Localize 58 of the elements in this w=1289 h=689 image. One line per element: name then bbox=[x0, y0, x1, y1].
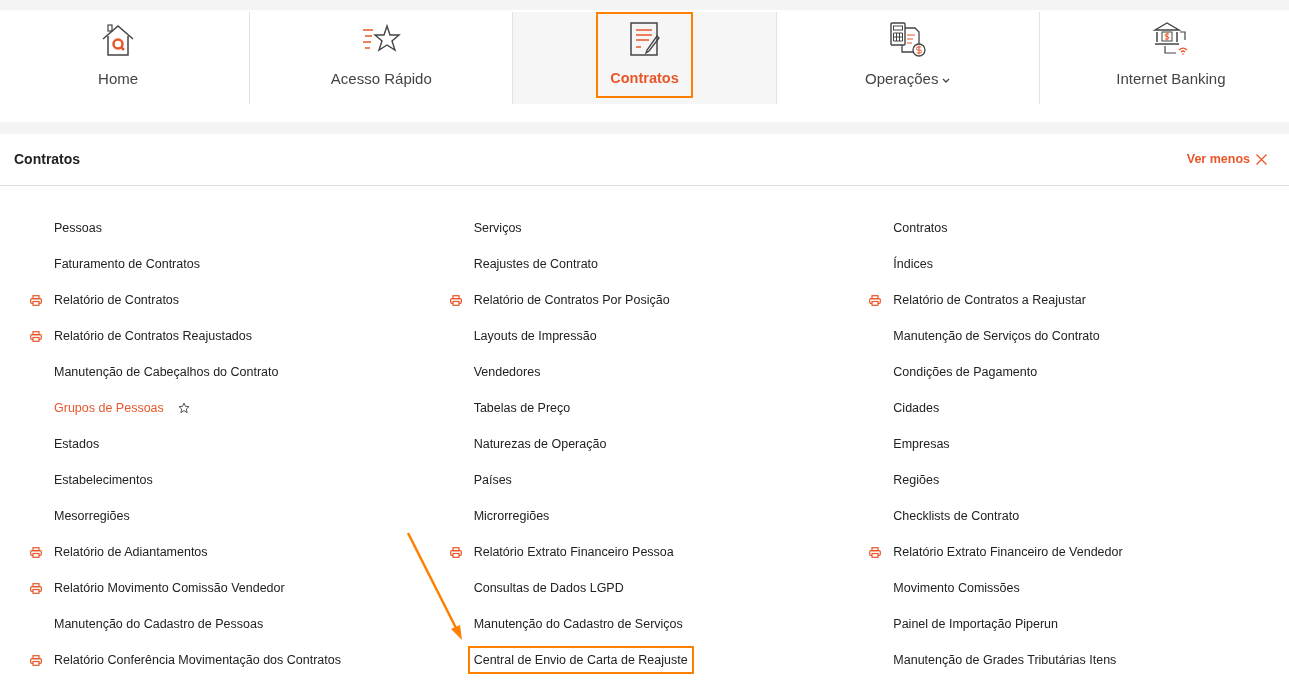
menu-link[interactable]: Mesorregiões bbox=[48, 501, 136, 531]
menu-link[interactable]: Relatório de Contratos bbox=[48, 285, 186, 315]
printer-icon bbox=[869, 546, 882, 558]
menu-link[interactable]: Países bbox=[467, 465, 518, 495]
panel-title: Contratos bbox=[14, 150, 81, 169]
printer-icon bbox=[449, 546, 462, 558]
menu-link[interactable]: Manutenção do Cadastro de Pessoas bbox=[48, 609, 270, 639]
menu-link[interactable]: Relatório de Adiantamentos bbox=[48, 537, 214, 567]
menu-link[interactable]: Manutenção de Grades Tributárias Itens bbox=[887, 645, 1123, 675]
menu-link[interactable]: Faturamento de Contratos bbox=[48, 249, 206, 279]
menu-link[interactable]: Movimento Comissões bbox=[887, 573, 1026, 603]
printer-icon bbox=[30, 654, 42, 666]
nav-tab[interactable]: Internet Banking bbox=[1102, 11, 1240, 99]
menu-link[interactable]: Relatório de Contratos a Reajustar bbox=[887, 285, 1092, 315]
menu-link[interactable]: Consultas de Dados LGPD bbox=[467, 573, 630, 603]
menu-link[interactable]: Condições de Pagamento bbox=[887, 357, 1044, 387]
menu-link[interactable]: Cidades bbox=[887, 393, 946, 423]
menu-link[interactable]: Reajustes de Contrato bbox=[467, 249, 605, 279]
menu-link[interactable]: Serviços bbox=[467, 213, 528, 243]
menu-link[interactable]: Pessoas bbox=[48, 213, 108, 243]
nav-tab[interactable]: Operações bbox=[851, 11, 965, 99]
nav-tab[interactable]: Home bbox=[84, 11, 153, 99]
menu-link[interactable]: Estados bbox=[48, 429, 106, 459]
menu-link[interactable]: Relatório Conferência Movimentação dos Contratos bbox=[48, 645, 347, 675]
ver-menos-link[interactable]: Ver menos bbox=[1186, 150, 1267, 169]
printer-icon bbox=[30, 294, 42, 306]
calculator-document-icon bbox=[887, 19, 928, 58]
menu-link[interactable]: Relatório de Contratos Por Posição bbox=[467, 285, 676, 315]
printer-icon bbox=[30, 546, 42, 558]
menu-link[interactable]: Relatório Extrato Financeiro de Vendedor bbox=[887, 537, 1129, 567]
menu-link[interactable]: Estabelecimentos bbox=[48, 465, 159, 495]
menu-link[interactable]: Índices bbox=[887, 249, 939, 279]
menu-link[interactable]: Relatório Extrato Financeiro Pessoa bbox=[467, 537, 680, 567]
menu-link[interactable]: Manutenção do Cadastro de Serviços bbox=[467, 609, 689, 639]
menu-link[interactable]: Tabelas de Preço bbox=[467, 393, 577, 423]
menu-link[interactable]: Painel de Importação Piperun bbox=[887, 609, 1064, 639]
menu-link[interactable]: Relatório Movimento Comissão Vendedor bbox=[48, 573, 291, 603]
menu-link[interactable]: Manutenção de Cabeçalhos do Contrato bbox=[48, 357, 285, 387]
menu-link[interactable]: Microrregiões bbox=[467, 501, 556, 531]
menu-link[interactable]: Layouts de Impressão bbox=[467, 321, 603, 351]
close-icon bbox=[1256, 154, 1267, 165]
printer-icon bbox=[30, 330, 42, 342]
menu-link[interactable]: Central de Envio de Carta de Reajuste bbox=[467, 645, 694, 675]
star-icon bbox=[177, 402, 190, 414]
menu-link[interactable]: Relatório de Contratos Reajustados bbox=[48, 321, 259, 351]
printer-icon bbox=[869, 294, 882, 306]
menu-link[interactable]: Naturezas de Operação bbox=[467, 429, 613, 459]
printer-icon bbox=[449, 294, 462, 306]
caret-icon bbox=[942, 77, 951, 84]
menu-link[interactable]: Manutenção de Serviços do Contrato bbox=[887, 321, 1106, 351]
menu-link[interactable]: Grupos de Pessoas bbox=[48, 393, 170, 423]
printer-icon bbox=[30, 582, 42, 594]
menu-link[interactable]: Regiões bbox=[887, 465, 946, 495]
menu-link[interactable]: Checklists de Contrato bbox=[887, 501, 1026, 531]
menu-link[interactable]: Contratos bbox=[887, 213, 954, 243]
menu-link[interactable]: Empresas bbox=[887, 429, 956, 459]
nav-tab[interactable]: Acesso Rápido bbox=[316, 11, 446, 99]
menu-link[interactable]: Vendedores bbox=[467, 357, 547, 387]
